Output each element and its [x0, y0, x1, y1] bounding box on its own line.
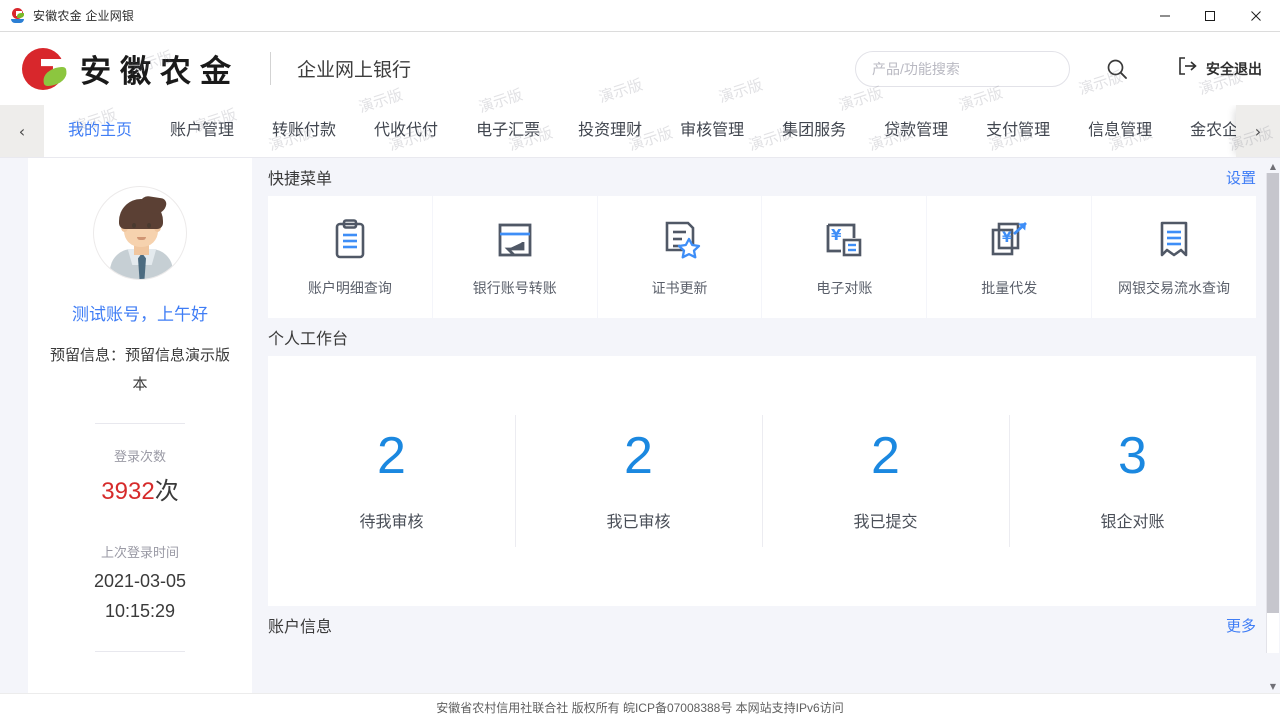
- certificate-star-icon: [658, 216, 702, 264]
- nav-item-4[interactable]: 电子汇票: [457, 105, 559, 157]
- quick-menu-label-5: 网银交易流水查询: [1118, 280, 1231, 296]
- quick-menu-grid: 账户明细查询 银行账号转账 证书更新 ¥ 电子对账 ¥ 批量代发 网银交易流水查…: [268, 196, 1256, 318]
- login-count-value: 3932次: [101, 471, 178, 506]
- login-count-number: 3932: [101, 478, 155, 505]
- clipboard-list-icon: [328, 216, 372, 264]
- quick-menu-title: 快捷菜单: [268, 171, 333, 188]
- login-count-label: 登录次数: [113, 449, 166, 464]
- quick-menu-card-2[interactable]: 证书更新: [597, 196, 762, 318]
- search-box[interactable]: [855, 50, 1070, 87]
- quick-menu-card-1[interactable]: 银行账号转账: [432, 196, 597, 318]
- quick-menu-settings-link[interactable]: 设置: [1226, 167, 1256, 188]
- window-title-bar: 安徽农金 企业网银: [0, 0, 1280, 32]
- vertical-scrollbar[interactable]: ▲ ▼: [1265, 159, 1280, 693]
- nav-item-10[interactable]: 信息管理: [1069, 105, 1171, 157]
- scroll-up-arrow-icon[interactable]: ▲: [1267, 159, 1279, 173]
- transfer-window-icon: [493, 216, 537, 264]
- quick-menu-label-2: 证书更新: [651, 280, 708, 296]
- svg-text:¥: ¥: [1002, 230, 1012, 246]
- main-column: 快捷菜单 设置 账户明细查询 银行账号转账 证书更新 ¥ 电子对账 ¥ 批量代发…: [268, 158, 1256, 698]
- login-count-unit: 次: [154, 478, 179, 505]
- logout-button[interactable]: 安全退出: [1178, 57, 1262, 80]
- workbench-title: 个人工作台: [268, 331, 349, 348]
- workbench-cell-2[interactable]: 2 我已提交: [762, 415, 1009, 547]
- last-login-date: 2021-03-05: [93, 571, 187, 591]
- yuan-reconcile-icon: ¥: [822, 216, 866, 264]
- quick-menu-card-5[interactable]: 网银交易流水查询: [1092, 196, 1256, 318]
- quick-menu-label-3: 电子对账: [816, 280, 873, 296]
- scrollbar-thumb[interactable]: [1267, 173, 1279, 613]
- search-icon[interactable]: [1104, 56, 1130, 82]
- nav-next-arrow[interactable]: ›: [1236, 105, 1280, 157]
- workbench-count-2: 2: [871, 427, 900, 485]
- nav-item-8[interactable]: 贷款管理: [865, 105, 967, 157]
- close-button[interactable]: [1232, 0, 1280, 32]
- svg-text:¥: ¥: [831, 226, 842, 244]
- quick-menu-label-4: 批量代发: [981, 280, 1038, 296]
- main-navigation: ‹ 我的主页 账户管理 转账付款 代收代付 电子汇票 投资理财 审核管理 集团服务 贷款管理 支付…: [0, 105, 1280, 158]
- nav-item-5[interactable]: 投资理财: [559, 105, 661, 157]
- nav-item-9[interactable]: 支付管理: [967, 105, 1069, 157]
- workbench-label-2: 我已提交: [853, 514, 918, 531]
- nav-item-0[interactable]: 我的主页: [49, 105, 151, 157]
- sidebar-divider-1: [95, 423, 185, 424]
- header-divider: [270, 52, 271, 85]
- workbench-count-1: 2: [624, 427, 653, 485]
- window-title: 安徽农金 企业网银: [33, 9, 135, 23]
- maximize-button[interactable]: [1187, 0, 1232, 32]
- nav-item-3[interactable]: 代收代付: [355, 105, 457, 157]
- footer-text: 安徽省农村信用社联合社 版权所有 皖ICP备07008388号 本网站支持IPv…: [436, 700, 844, 715]
- nav-item-2[interactable]: 转账付款: [253, 105, 355, 157]
- account-info-more-link[interactable]: 更多: [1226, 615, 1256, 636]
- workbench-count-0: 2: [377, 427, 406, 485]
- workbench-label-0: 待我审核: [359, 514, 424, 531]
- logout-label: 安全退出: [1206, 60, 1262, 77]
- nav-item-1[interactable]: 账户管理: [151, 105, 253, 157]
- workbench-label-1: 我已审核: [606, 514, 671, 531]
- receipt-lines-icon: [1152, 216, 1196, 264]
- avatar: [93, 186, 187, 280]
- minimize-button[interactable]: [1142, 0, 1187, 32]
- quick-menu-label-0: 账户明细查询: [307, 280, 392, 296]
- workbench-cell-0[interactable]: 2 待我审核: [268, 415, 515, 547]
- nav-item-list: 我的主页 账户管理 转账付款 代收代付 电子汇票 投资理财 审核管理 集团服务 贷款管理 支付管理…: [44, 105, 1280, 157]
- last-login-time: 10:15:29: [104, 600, 176, 621]
- brand-name: 安徽农金: [80, 54, 240, 90]
- personal-workbench: 2 待我审核 2 我已审核 2 我已提交 3 银企对账: [268, 356, 1256, 606]
- sidebar-divider-2: [95, 650, 185, 652]
- quick-menu-label-1: 银行账号转账: [472, 280, 557, 296]
- page-footer: 安徽省农村信用社联合社 版权所有 皖ICP备07008388号 本网站支持IPv…: [0, 693, 1280, 720]
- workbench-label-3: 银企对账: [1100, 514, 1165, 531]
- last-login-value: 2021-03-05 10:15:29: [94, 567, 186, 627]
- app-favicon-icon: [10, 7, 26, 24]
- search-input[interactable]: [872, 60, 1053, 77]
- brand-logo[interactable]: 安徽农金: [22, 46, 240, 92]
- window-controls: [1142, 0, 1280, 32]
- quick-menu-card-0[interactable]: 账户明细查询: [268, 196, 432, 318]
- user-greeting: 测试账号，上午好: [72, 305, 208, 324]
- reserved-info: 预留信息：预留信息演示版本: [50, 347, 231, 393]
- account-info-header: 账户信息 更多: [268, 606, 1256, 644]
- nav-item-7[interactable]: 集团服务: [763, 105, 865, 157]
- brand-header: 安徽农金 企业网上银行 安全退出: [0, 32, 1280, 105]
- anhui-nongjin-logo-icon: [22, 46, 69, 92]
- quick-menu-header: 快捷菜单 设置: [268, 158, 1256, 196]
- account-info-title: 账户信息: [268, 619, 333, 636]
- page-content: 测试账号，上午好 预留信息：预留信息演示版本 登录次数 3932次 上次登录时间…: [0, 158, 1280, 698]
- workbench-cell-1[interactable]: 2 我已审核: [515, 415, 762, 547]
- nav-item-6[interactable]: 审核管理: [661, 105, 763, 157]
- batch-payroll-icon: ¥: [987, 216, 1031, 264]
- workbench-cell-3[interactable]: 3 银企对账: [1009, 415, 1256, 547]
- scroll-down-arrow-icon[interactable]: ▼: [1267, 679, 1279, 693]
- workbench-count-3: 3: [1118, 427, 1147, 485]
- logout-icon: [1178, 57, 1198, 80]
- nav-prev-arrow[interactable]: ‹: [0, 105, 44, 157]
- workbench-header: 个人工作台: [268, 318, 1256, 356]
- quick-menu-card-4[interactable]: ¥ 批量代发: [927, 196, 1092, 318]
- quick-menu-card-3[interactable]: ¥ 电子对账: [762, 196, 927, 318]
- user-sidebar: 测试账号，上午好 预留信息：预留信息演示版本 登录次数 3932次 上次登录时间…: [28, 158, 252, 698]
- last-login-label: 上次登录时间: [100, 545, 179, 560]
- header-subtitle: 企业网上银行: [297, 60, 412, 81]
